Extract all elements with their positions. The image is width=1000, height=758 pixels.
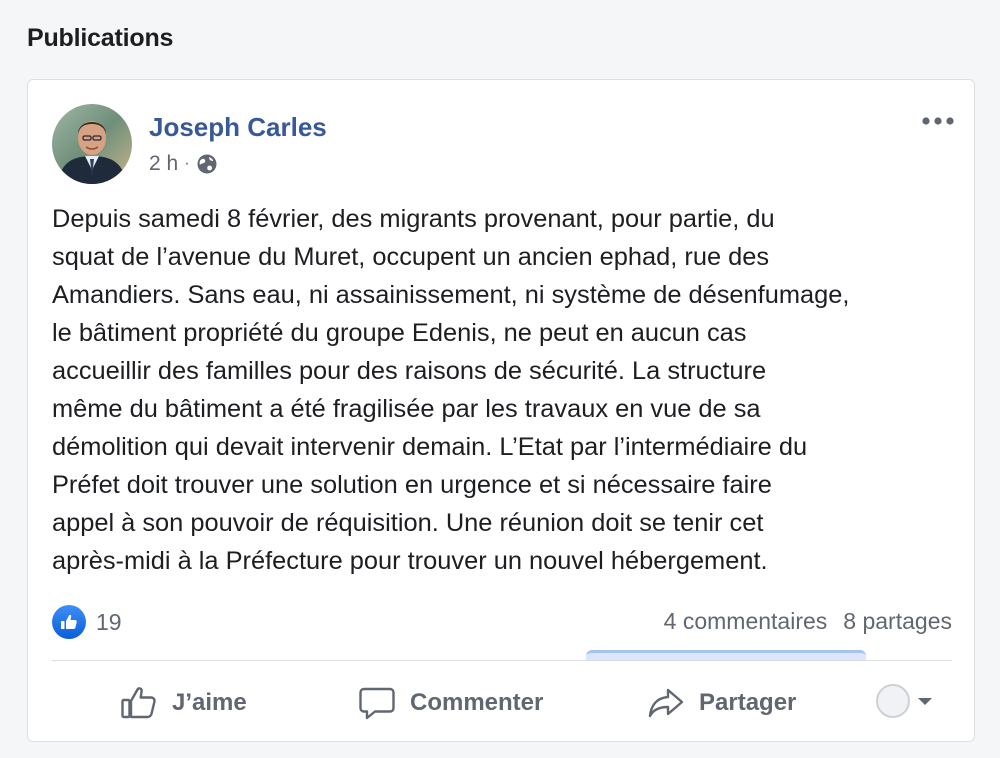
chevron-down-icon: [918, 698, 932, 705]
reactions-summary[interactable]: 19: [52, 605, 122, 639]
post-card: Joseph Carles 2 h · Depuis samedi 8 févr…: [27, 79, 975, 742]
author-avatar[interactable]: [52, 104, 132, 184]
more-options-button[interactable]: [916, 106, 960, 136]
profile-outline-icon: [876, 684, 910, 718]
reaction-count: 19: [96, 608, 122, 635]
ellipsis-icon: [922, 117, 954, 125]
comment-button-label: Commenter: [410, 689, 544, 716]
post-meta: 2 h ·: [149, 152, 218, 176]
avatar-photo: [52, 104, 132, 184]
like-button[interactable]: J’aime: [120, 678, 247, 728]
share-arrow-icon: [648, 688, 684, 718]
author-name-link[interactable]: Joseph Carles: [149, 112, 327, 143]
comment-button[interactable]: Commenter: [358, 678, 543, 728]
react-as-selector[interactable]: [876, 684, 934, 718]
shares-count-link[interactable]: 8 partages: [843, 608, 952, 635]
speech-bubble-icon: [359, 687, 395, 720]
section-title: Publications: [27, 24, 174, 52]
post-timestamp[interactable]: 2 h: [149, 152, 178, 176]
share-button[interactable]: Partager: [647, 678, 796, 728]
like-reaction-icon: [52, 605, 86, 639]
actions-divider: [52, 660, 952, 661]
engagement-summary: 4 commentaires 8 partages: [664, 608, 952, 635]
share-button-label: Partager: [699, 689, 797, 716]
meta-separator: ·: [184, 155, 190, 172]
highlight-strip: [586, 650, 866, 660]
post-body-text: Depuis samedi 8 février, des migrants pr…: [52, 205, 850, 575]
like-button-label: J’aime: [172, 689, 247, 716]
thumbs-up-icon: [121, 687, 156, 719]
globe-icon[interactable]: [196, 153, 218, 175]
comments-count-link[interactable]: 4 commentaires: [664, 608, 828, 635]
